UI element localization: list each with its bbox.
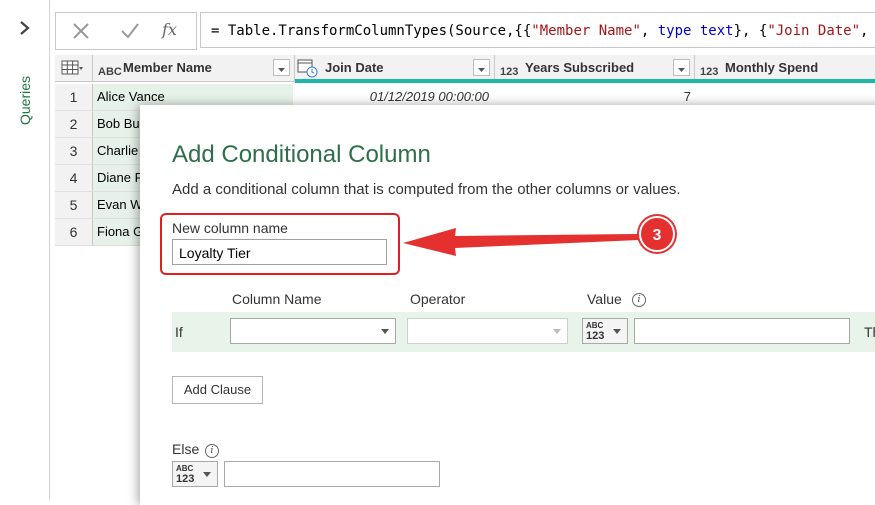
column-name-dropdown[interactable] — [230, 318, 396, 344]
else-type-button[interactable]: ABC 123 — [172, 461, 218, 487]
if-clause-row: If ABC 123 Th — [172, 312, 875, 352]
value-input[interactable] — [634, 318, 850, 344]
value-header: Value — [587, 291, 622, 307]
step-badge: 3 — [639, 216, 675, 252]
column-quality-bar — [295, 79, 875, 83]
operator-dropdown[interactable] — [407, 318, 568, 344]
column-header-monthly-spend[interactable]: 123 Monthly Spend — [695, 55, 875, 81]
column-header-member-name[interactable]: ABC Member Name — [93, 55, 295, 81]
queries-pane: Queries — [0, 0, 50, 500]
add-conditional-column-dialog: Add Conditional Column Add a conditional… — [140, 105, 875, 505]
abc-icon: ABC — [586, 321, 604, 330]
number-icon: 123 — [176, 473, 195, 485]
new-column-name-label: New column name — [172, 220, 288, 236]
datetime-type-icon[interactable] — [297, 59, 319, 79]
else-value-input[interactable] — [224, 461, 440, 487]
column-filter-dropdown[interactable] — [473, 59, 490, 76]
row-number: 4 — [55, 165, 93, 191]
cancel-icon[interactable] — [72, 22, 90, 40]
abc-icon: ABC — [176, 464, 194, 473]
number-icon: 123 — [586, 330, 605, 342]
dialog-description: Add a conditional column that is compute… — [172, 181, 681, 198]
column-filter-dropdown[interactable] — [273, 59, 290, 76]
add-clause-button[interactable]: Add Clause — [172, 376, 263, 404]
info-icon[interactable]: i — [205, 444, 219, 458]
table-icon[interactable] — [61, 60, 83, 76]
operator-header: Operator — [410, 291, 466, 307]
column-name-header: Column Name — [232, 291, 322, 307]
grid-header: ABC Member Name Join Date 123 Years Subs… — [55, 55, 875, 83]
column-filter-dropdown[interactable] — [673, 59, 690, 76]
chevron-down-icon — [381, 329, 389, 334]
chevron-down-icon — [613, 329, 621, 334]
chevron-down-icon — [203, 472, 211, 477]
fx-icon[interactable]: fx — [162, 20, 177, 39]
formula-input[interactable]: = Table.TransformColumnTypes(Source,{{"M… — [200, 12, 875, 48]
row-number: 6 — [55, 219, 93, 245]
row-number: 2 — [55, 111, 93, 137]
then-label: Th — [864, 324, 875, 340]
info-icon[interactable]: i — [632, 293, 646, 307]
else-label: Else — [172, 441, 200, 457]
chevron-down-icon — [553, 329, 561, 334]
if-label: If — [175, 324, 183, 340]
chevron-right-icon[interactable] — [16, 18, 34, 38]
formula-bar: fx = Table.TransformColumnTypes(Source,{… — [55, 12, 875, 50]
column-header-years-subscribed[interactable]: 123 Years Subscribed — [495, 55, 695, 81]
chevron-down-icon — [478, 68, 485, 72]
dialog-title: Add Conditional Column — [172, 141, 431, 168]
table-menu-cell[interactable] — [55, 55, 93, 81]
new-column-name-input[interactable]: Loyalty Tier — [172, 239, 387, 265]
queries-label[interactable]: Queries — [10, 70, 40, 130]
chevron-down-icon — [278, 68, 285, 72]
row-number: 5 — [55, 192, 93, 218]
chevron-down-icon — [678, 68, 685, 72]
text-type-icon[interactable]: ABC — [98, 59, 122, 85]
row-number: 3 — [55, 138, 93, 164]
check-icon[interactable] — [120, 22, 140, 40]
column-header-join-date[interactable]: Join Date — [295, 55, 495, 81]
value-type-button[interactable]: ABC 123 — [582, 318, 628, 344]
formula-controls: fx — [55, 12, 197, 50]
row-number: 1 — [55, 84, 93, 110]
